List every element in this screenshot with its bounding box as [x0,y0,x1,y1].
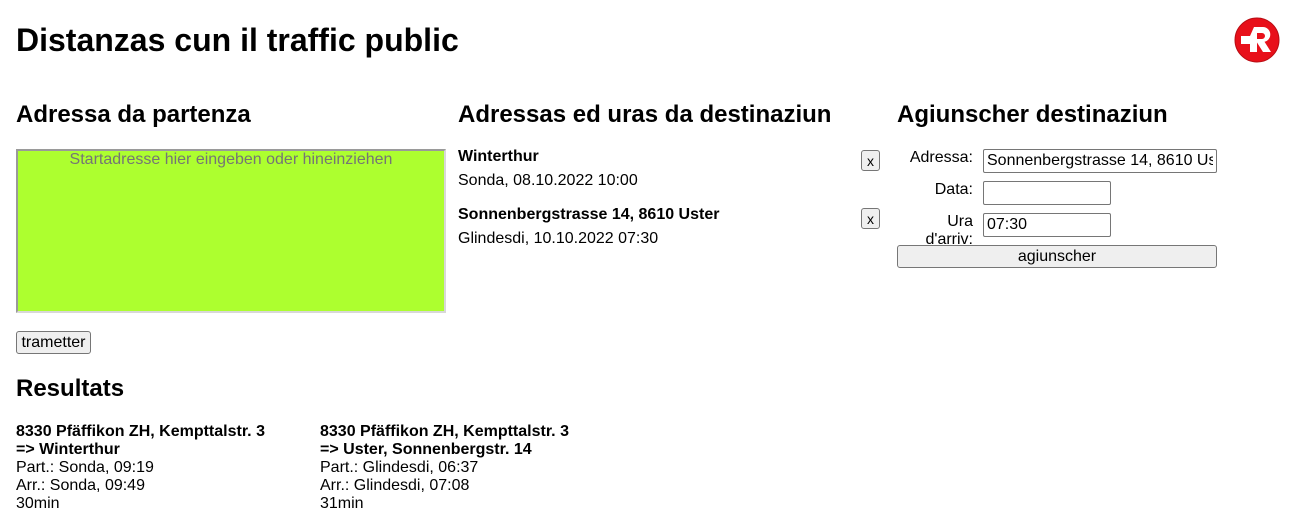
result-item: 8330 Pfäffikon ZH, Kempttalstr. 3 => Ust… [320,423,620,513]
start-address-dropzone[interactable] [16,149,446,313]
result-departure: Part.: Glindesdi, 06:37 [320,459,479,476]
result-duration: 30min [16,495,60,512]
result-duration: 31min [320,495,364,512]
remove-destination-button[interactable]: x [861,208,880,229]
result-from: 8330 Pfäffikon ZH, Kempttalstr. 3 [320,423,569,440]
arrival-time-label: Ura d'arriv: [925,213,973,248]
destination-name: Sonnenbergstrasse 14, 8610 Uster [458,206,720,223]
submit-button[interactable]: trametter [16,331,91,354]
destination-time: Sonda, 08.10.2022 10:00 [458,172,638,189]
destinations-heading: Adressas ed uras da destinaziun [458,101,832,128]
results-heading: Resultats [16,375,125,402]
remove-destination-button[interactable]: x [861,150,880,171]
result-to: => Winterthur [16,441,120,458]
arrival-time-input[interactable] [983,213,1111,237]
address-input[interactable] [983,149,1217,173]
page-title: Distanzas cun il traffic public [16,22,459,58]
result-from: 8330 Pfäffikon ZH, Kempttalstr. 3 [16,423,265,440]
address-label: Adressa: [909,149,973,166]
add-destination-button[interactable]: agiunscher [897,245,1217,268]
start-address-heading: Adressa da partenza [16,101,251,128]
destination-name: Winterthur [458,148,539,165]
result-to: => Uster, Sonnenbergstr. 14 [320,441,532,458]
date-label: Data: [934,181,973,198]
result-arrival: Arr.: Glindesdi, 07:08 [320,477,470,494]
result-departure: Part.: Sonda, 09:19 [16,459,154,476]
result-item: 8330 Pfäffikon ZH, Kempttalstr. 3 => Win… [16,423,306,513]
destination-time: Glindesdi, 10.10.2022 07:30 [458,230,659,247]
date-input[interactable] [983,181,1111,205]
r-plus-logo-icon [1234,17,1280,63]
add-destination-heading: Agiunscher destinaziun [897,101,1168,128]
result-arrival: Arr.: Sonda, 09:49 [16,477,145,494]
